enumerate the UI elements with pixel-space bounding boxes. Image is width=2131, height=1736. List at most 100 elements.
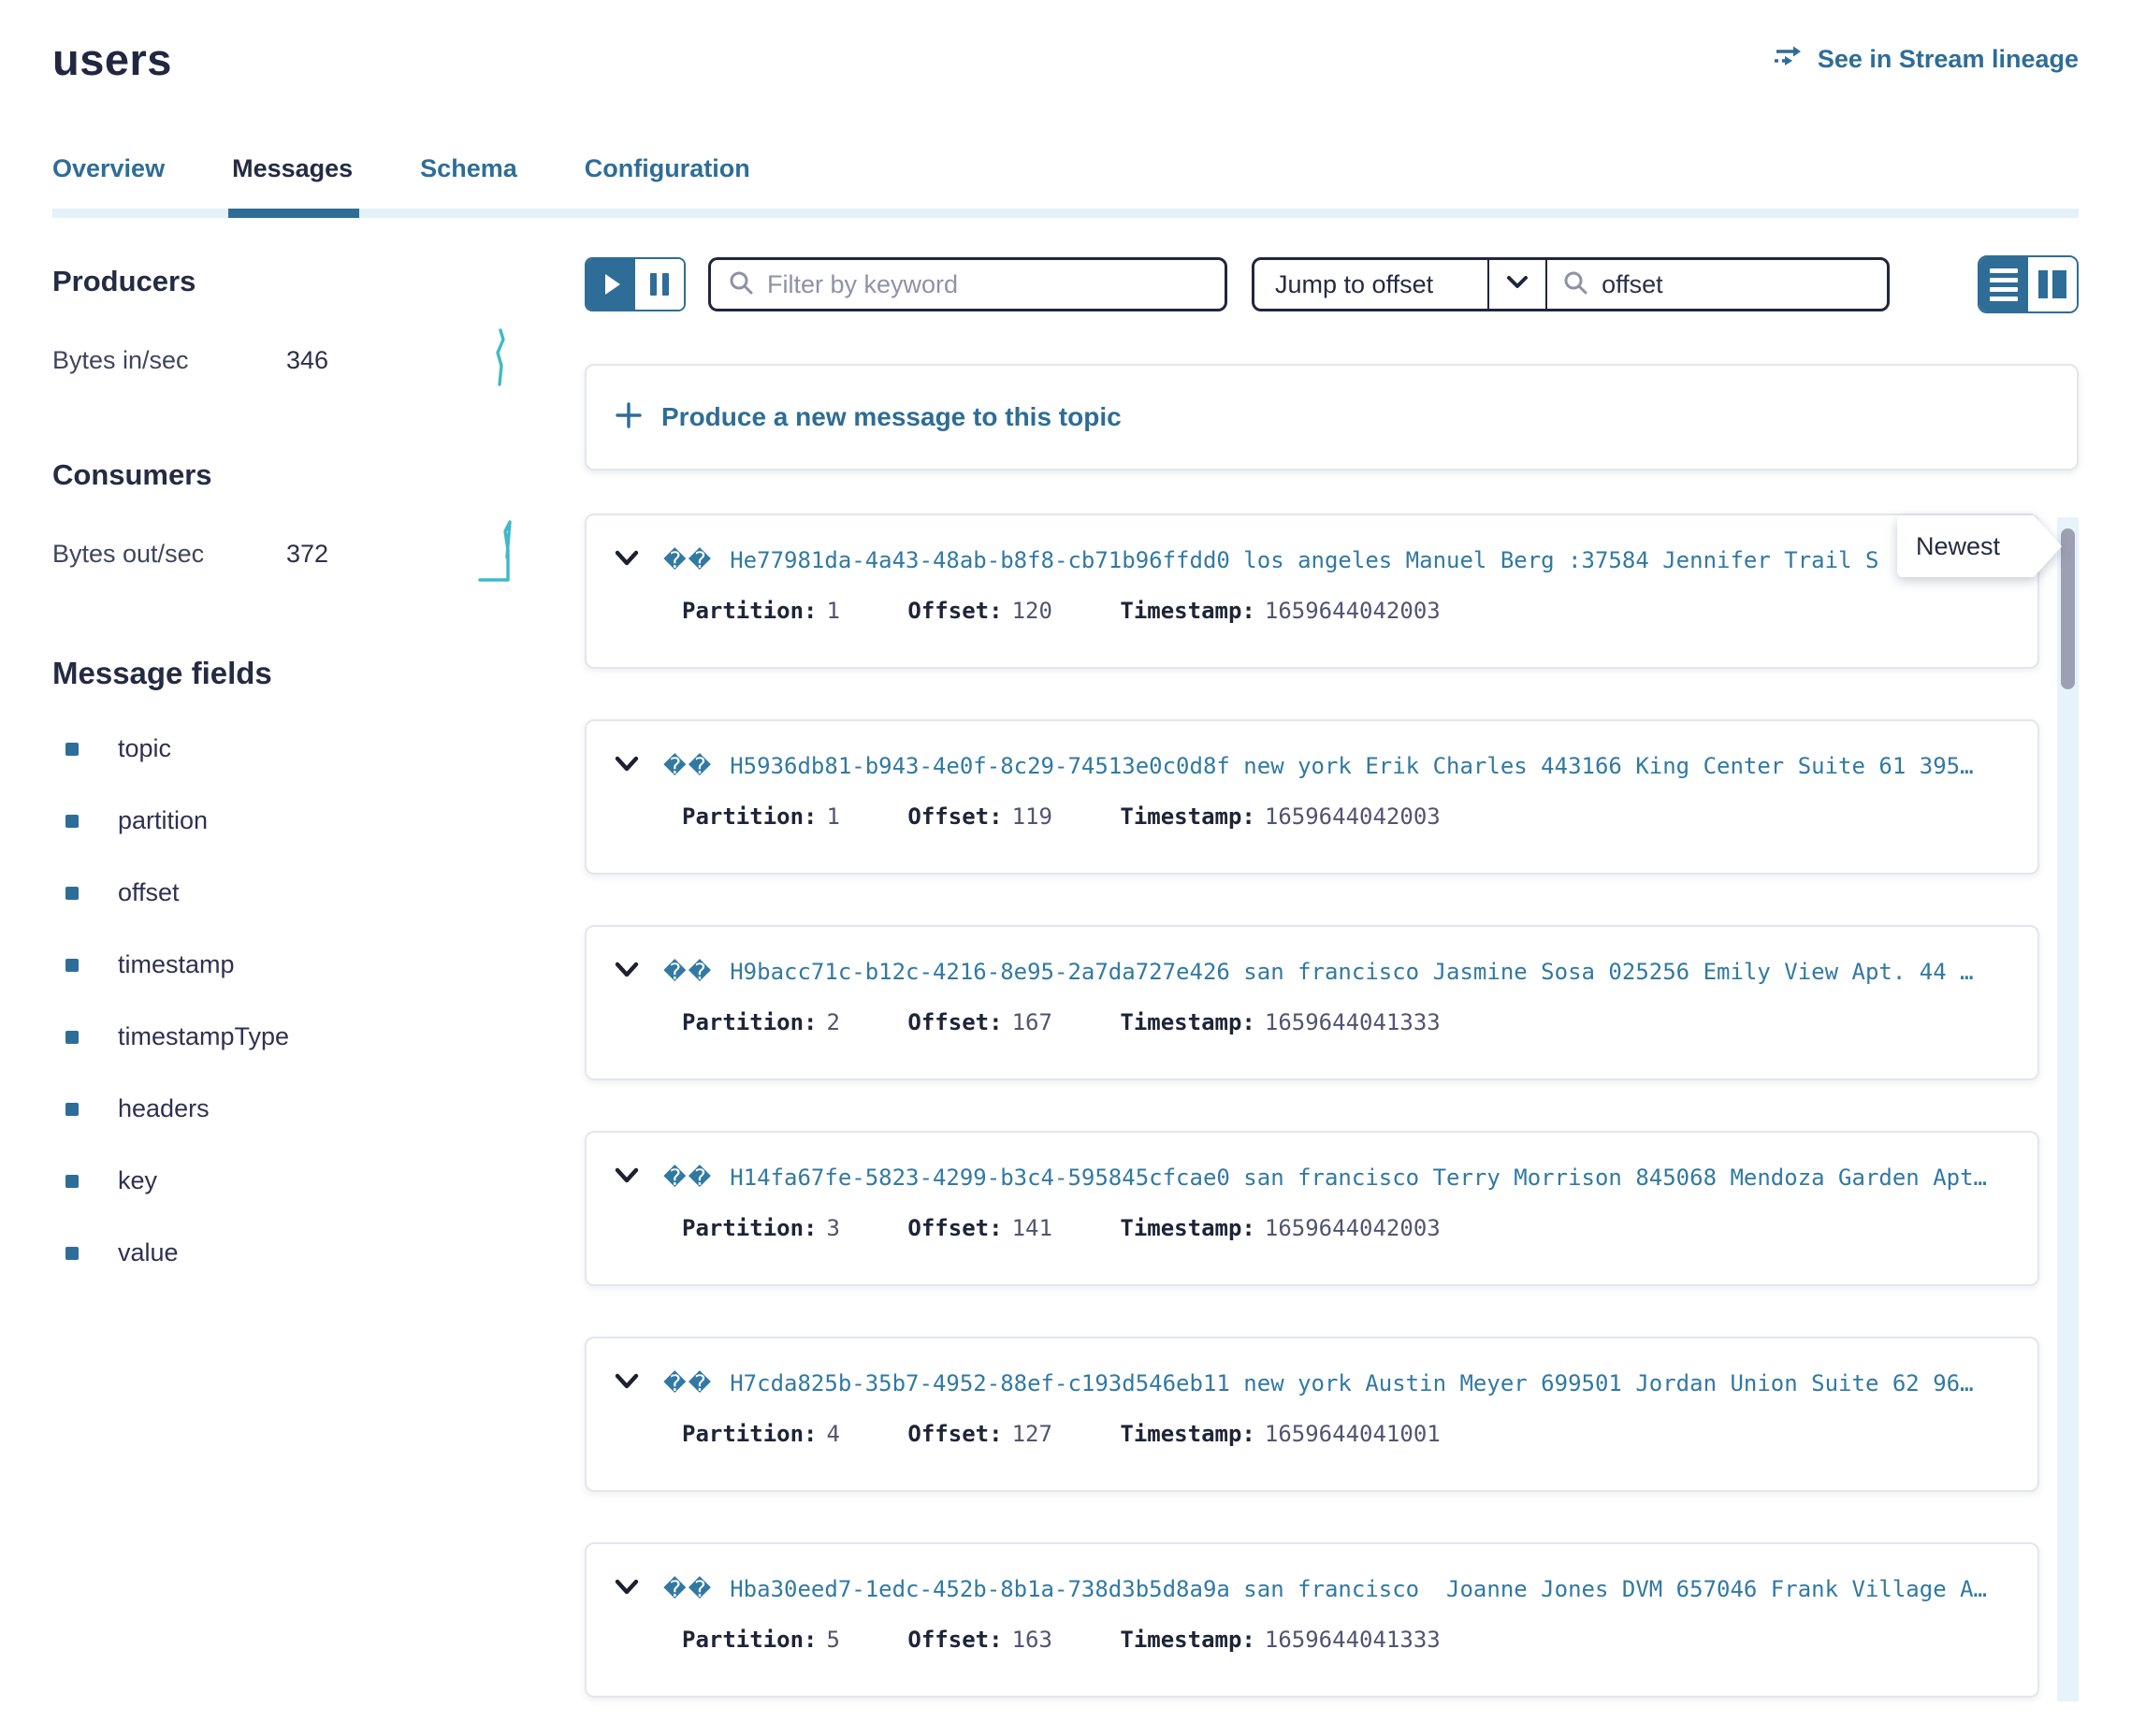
message-meta: Partition:1 Offset:119 Timestamp:1659644…	[613, 803, 2019, 830]
binary-glyphs: ��	[663, 1576, 713, 1602]
message-row-header[interactable]: �� H7cda825b-35b7-4952-88ef-c193d546eb11…	[613, 1370, 2019, 1396]
tab-overview[interactable]: Overview	[52, 154, 165, 183]
bytes-out-value: 372	[286, 540, 328, 569]
message-key: Hba30eed7-1edc-452b-8b1a-738d3b5d8a9a sa…	[730, 1576, 2019, 1602]
message-fields-list: topic partition offset timestamp timesta…	[52, 734, 525, 1267]
offset-value: 141	[1012, 1215, 1052, 1241]
play-button[interactable]	[587, 259, 635, 310]
field-item-headers[interactable]: headers	[52, 1094, 525, 1123]
offset-value: 119	[1012, 803, 1052, 830]
jump-to-offset-control: Jump to offset	[1252, 257, 1890, 311]
field-item-partition[interactable]: partition	[52, 806, 525, 835]
offset-search-field[interactable]	[1545, 260, 1887, 309]
message-meta: Partition:5 Offset:163 Timestamp:1659644…	[613, 1627, 2019, 1653]
partition-value: 5	[827, 1627, 840, 1653]
tabbar: Overview Messages Schema Configuration	[52, 154, 2079, 218]
field-item-topic[interactable]: topic	[52, 734, 525, 763]
message-row[interactable]: �� H14fa67fe-5823-4299-b3c4-595845cfcae0…	[585, 1131, 2039, 1286]
field-bullet-icon	[65, 1103, 79, 1116]
field-bullet-icon	[65, 1175, 79, 1188]
chevron-down-icon[interactable]	[613, 1577, 641, 1602]
scrollbar-track[interactable]	[2057, 517, 2079, 1701]
offset-value: 120	[1012, 598, 1052, 624]
timestamp-value: 1659644042003	[1265, 803, 1441, 830]
message-key: H14fa67fe-5823-4299-b3c4-595845cfcae0 sa…	[730, 1165, 2019, 1191]
field-item-timestamptype[interactable]: timestampType	[52, 1022, 525, 1051]
tab-active-indicator	[228, 209, 359, 218]
offset-value: 127	[1012, 1421, 1052, 1447]
scrollbar-thumb[interactable]	[2061, 528, 2075, 689]
field-item-offset[interactable]: offset	[52, 878, 525, 907]
offset-search-input[interactable]	[1602, 270, 1872, 299]
jump-to-offset-select[interactable]: Jump to offset	[1254, 260, 1487, 309]
field-item-key[interactable]: key	[52, 1166, 525, 1195]
bytes-in-sparkline	[482, 325, 521, 397]
message-key: H7cda825b-35b7-4952-88ef-c193d546eb11 ne…	[730, 1370, 2019, 1396]
bytes-out-metric: Bytes out/sec 372	[52, 518, 525, 590]
page-header: users See in Stream lineage	[52, 34, 2079, 85]
message-row-header[interactable]: �� He77981da-4a43-48ab-b8f8-cb71b96ffdd0…	[613, 547, 2019, 573]
chevron-down-icon[interactable]	[613, 754, 641, 779]
timestamp-value: 1659644042003	[1265, 1215, 1441, 1241]
play-icon	[605, 274, 620, 295]
message-row[interactable]: �� H9bacc71c-b12c-4216-8e95-2a7da727e426…	[585, 925, 2039, 1080]
pause-icon	[650, 273, 669, 296]
keyword-filter[interactable]	[708, 257, 1227, 311]
stream-lineage-link[interactable]: See in Stream lineage	[1773, 43, 2079, 76]
field-bullet-icon	[65, 1247, 79, 1260]
binary-glyphs: ��	[663, 1370, 713, 1396]
message-row[interactable]: �� He77981da-4a43-48ab-b8f8-cb71b96ffdd0…	[585, 514, 2039, 669]
chevron-down-icon[interactable]	[613, 960, 641, 985]
message-key: H9bacc71c-b12c-4216-8e95-2a7da727e426 sa…	[730, 959, 2019, 985]
pause-button[interactable]	[635, 259, 684, 310]
bytes-out-sparkline	[478, 518, 521, 590]
stream-lineage-icon	[1773, 43, 1805, 76]
field-item-value[interactable]: value	[52, 1238, 525, 1267]
column-view-button[interactable]	[2028, 257, 2077, 311]
keyword-filter-input[interactable]	[767, 270, 1208, 299]
message-meta: Partition:1 Offset:120 Timestamp:1659644…	[613, 598, 2019, 624]
timestamp-value: 1659644041333	[1265, 1627, 1441, 1653]
jump-select-chevron[interactable]	[1487, 260, 1545, 309]
tab-configuration[interactable]: Configuration	[585, 154, 750, 183]
search-icon	[1562, 269, 1588, 300]
message-row-header[interactable]: �� Hba30eed7-1edc-452b-8b1a-738d3b5d8a9a…	[613, 1576, 2019, 1602]
field-bullet-icon	[65, 1031, 79, 1044]
timestamp-value: 1659644042003	[1265, 598, 1441, 624]
message-row[interactable]: �� H5936db81-b943-4e0f-8c29-74513e0c0d8f…	[585, 719, 2039, 875]
chevron-down-icon	[1506, 275, 1529, 295]
message-row-header[interactable]: �� H9bacc71c-b12c-4216-8e95-2a7da727e426…	[613, 959, 2019, 985]
produce-message-button[interactable]: Produce a new message to this topic	[585, 364, 2079, 470]
view-mode-toggle	[1978, 255, 2079, 313]
binary-glyphs: ��	[663, 959, 713, 985]
field-bullet-icon	[65, 743, 79, 756]
chevron-down-icon[interactable]	[613, 1165, 641, 1191]
partition-value: 1	[827, 803, 840, 830]
chevron-down-icon[interactable]	[613, 1371, 641, 1396]
message-row[interactable]: �� Hba30eed7-1edc-452b-8b1a-738d3b5d8a9a…	[585, 1542, 2039, 1698]
search-icon	[728, 269, 754, 300]
tab-schema[interactable]: Schema	[420, 154, 517, 183]
plus-icon	[615, 401, 643, 434]
message-meta: Partition:2 Offset:167 Timestamp:1659644…	[613, 1009, 2019, 1035]
list-view-button[interactable]	[1979, 257, 2028, 311]
column-view-icon	[2038, 270, 2066, 298]
partition-value: 1	[827, 598, 840, 624]
tab-underline	[52, 209, 2079, 218]
message-row-header[interactable]: �� H14fa67fe-5823-4299-b3c4-595845cfcae0…	[613, 1165, 2019, 1191]
tab-messages[interactable]: Messages	[232, 154, 353, 183]
message-row-header[interactable]: �� H5936db81-b943-4e0f-8c29-74513e0c0d8f…	[613, 753, 2019, 779]
newest-label: Newest	[1916, 532, 2000, 561]
chevron-down-icon[interactable]	[613, 548, 641, 573]
play-pause-toggle	[585, 257, 686, 311]
field-bullet-icon	[65, 959, 79, 972]
newest-flag: Newest	[1897, 515, 2062, 577]
topic-page: users See in Stream lineage Overview Mes…	[0, 0, 2131, 1736]
field-item-timestamp[interactable]: timestamp	[52, 950, 525, 979]
offset-value: 167	[1012, 1009, 1052, 1035]
list-view-icon	[1990, 268, 2018, 301]
message-meta: Partition:4 Offset:127 Timestamp:1659644…	[613, 1421, 2019, 1447]
message-key: He77981da-4a43-48ab-b8f8-cb71b96ffdd0 lo…	[730, 547, 2019, 573]
binary-glyphs: ��	[663, 753, 713, 779]
message-row[interactable]: �� H7cda825b-35b7-4952-88ef-c193d546eb11…	[585, 1337, 2039, 1492]
